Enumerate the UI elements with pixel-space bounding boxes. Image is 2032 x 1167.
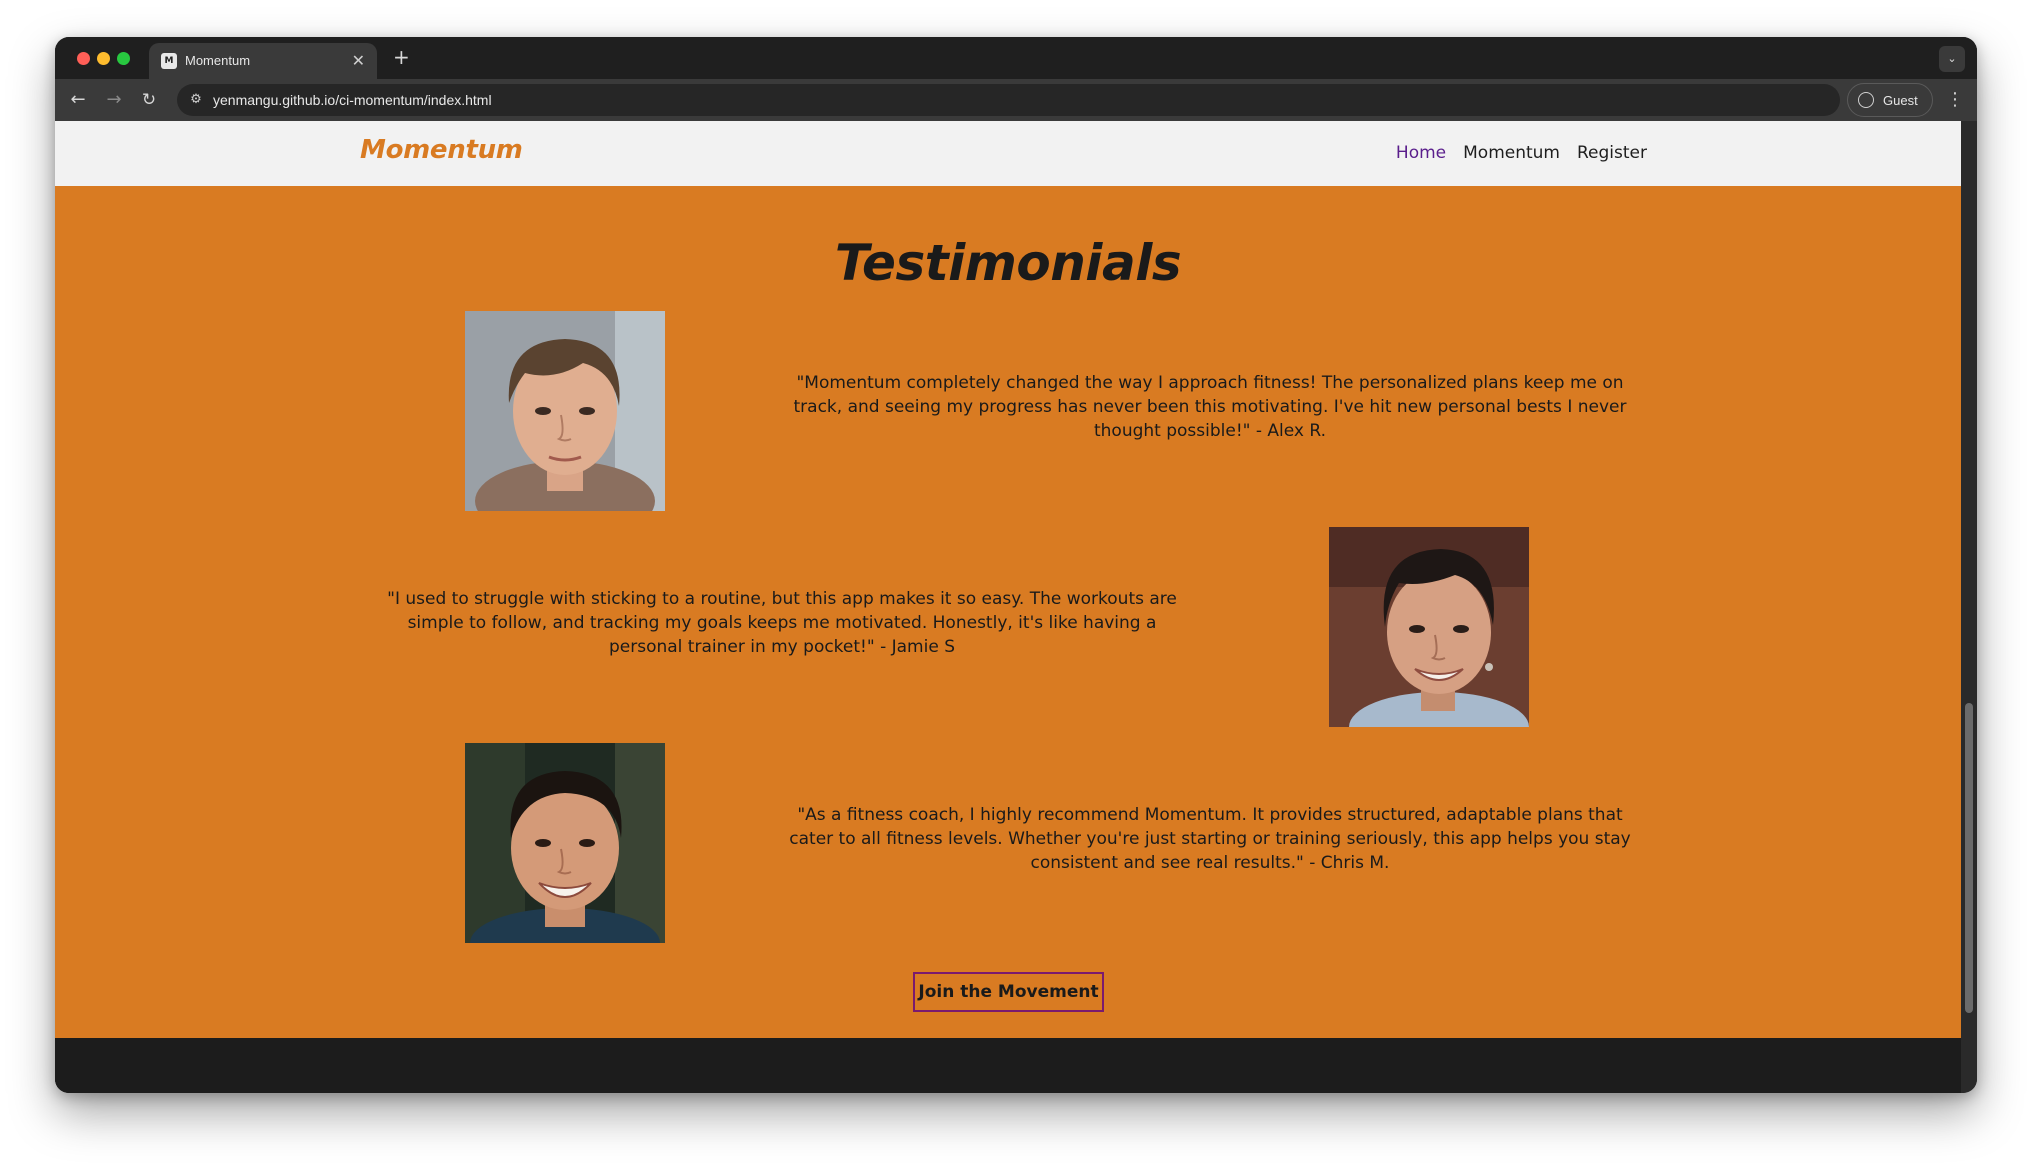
tab-title: Momentum (185, 53, 251, 68)
three-dots-icon[interactable]: ⋮ (1945, 87, 1965, 113)
reload-icon[interactable]: ↻ (136, 87, 162, 113)
close-icon[interactable]: ✕ (352, 51, 365, 70)
url-text[interactable]: yenmangu.github.io/ci-momentum/index.htm… (213, 92, 492, 108)
site-header: Momentum Home Momentum Register (55, 121, 1961, 186)
testimonial-quote-1: "Momentum completely changed the way I a… (793, 373, 1627, 441)
testimonial-quote-2: "I used to struggle with sticking to a r… (387, 589, 1177, 657)
site-footer (55, 1038, 1961, 1093)
nav-link-home[interactable]: Home (1396, 143, 1446, 163)
close-window-button[interactable] (77, 52, 90, 65)
nav-link-register[interactable]: Register (1577, 143, 1647, 163)
main-nav: Home Momentum Register (1396, 143, 1647, 163)
testimonial-photo-1 (465, 311, 665, 511)
testimonial-photo-3 (465, 743, 665, 943)
chevron-down-icon[interactable]: ⌄ (1939, 46, 1965, 72)
section-title: Testimonials (834, 234, 1182, 292)
browser-toolbar: ← → ↻ ⚙ yenmangu.github.io/ci-momentum/i… (55, 79, 1977, 121)
scrollbar-thumb[interactable] (1965, 703, 1973, 1013)
maximize-window-button[interactable] (117, 52, 130, 65)
site-logo[interactable]: Momentum (360, 135, 523, 165)
arrow-left-icon[interactable]: ← (65, 87, 91, 113)
testimonials-section: Testimonials "Momentum completely change… (55, 186, 1961, 1038)
browser-tab[interactable]: M Momentum ✕ (149, 43, 377, 79)
favicon-icon: M (161, 53, 177, 69)
plus-icon[interactable]: + (393, 47, 410, 67)
page-viewport: Momentum Home Momentum Register Testimon… (55, 121, 1961, 1093)
minimize-window-button[interactable] (97, 52, 110, 65)
testimonial-quote-3: "As a fitness coach, I highly recommend … (789, 805, 1631, 873)
page-scrollbar[interactable] (1961, 121, 1977, 1093)
address-bar[interactable]: ⚙ yenmangu.github.io/ci-momentum/index.h… (177, 84, 1840, 116)
join-movement-button[interactable]: Join the Movement (913, 972, 1104, 1012)
testimonial-photo-2 (1329, 527, 1529, 727)
browser-window: M Momentum ✕ + ⌄ ← → ↻ ⚙ yenmangu.github… (55, 37, 1977, 1093)
profile-button[interactable]: Guest (1847, 83, 1933, 117)
tune-icon[interactable]: ⚙ (187, 91, 205, 109)
profile-label: Guest (1883, 93, 1918, 108)
nav-link-momentum[interactable]: Momentum (1463, 143, 1560, 163)
person-circle-icon (1858, 92, 1874, 108)
arrow-right-icon[interactable]: → (101, 87, 127, 113)
tab-strip: M Momentum ✕ + ⌄ (55, 37, 1977, 79)
